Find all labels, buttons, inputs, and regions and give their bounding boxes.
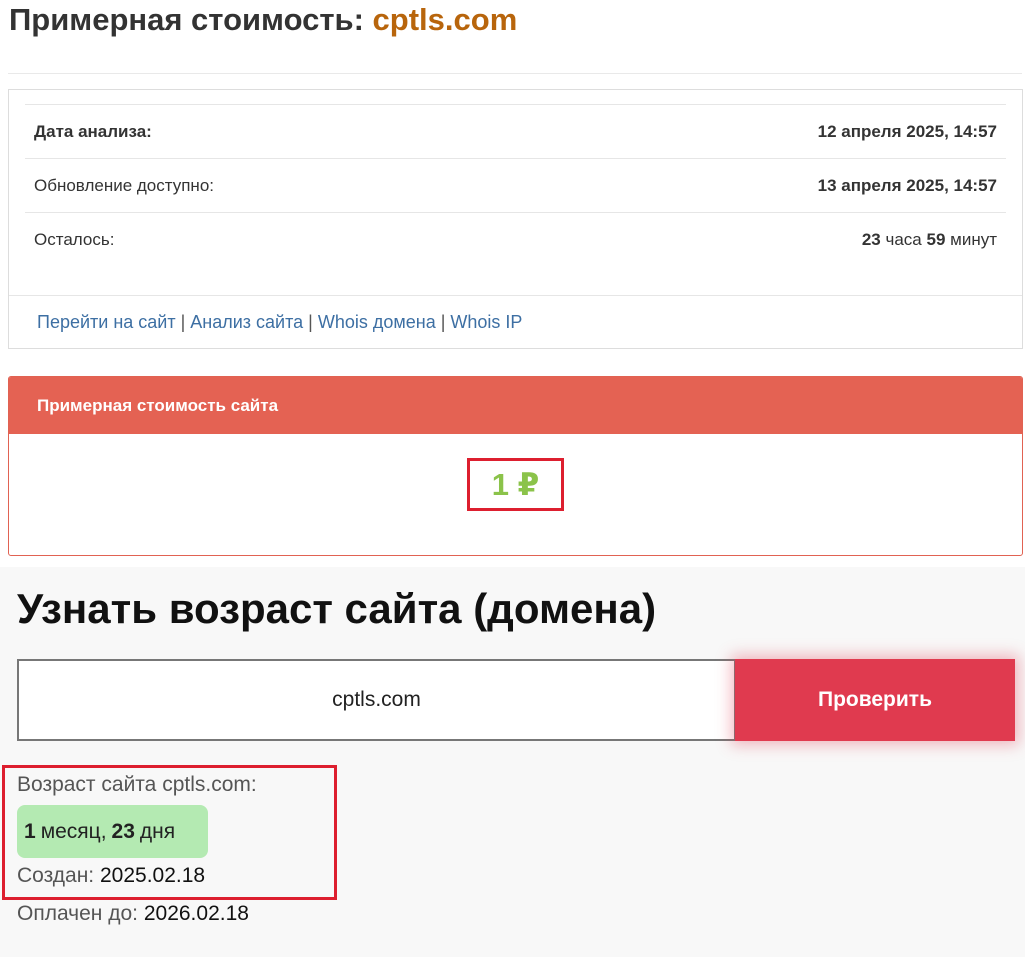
domain-input[interactable]: cptls.com bbox=[17, 659, 736, 741]
paid-label: Оплачен до: bbox=[17, 902, 138, 925]
analysis-info-panel: Дата анализа: 12 апреля 2025, 14:57 Обно… bbox=[8, 89, 1023, 349]
update-available-value: 13 апреля 2025, 14:57 bbox=[817, 175, 997, 195]
age-result-label: Возраст сайта cptls.com: bbox=[17, 773, 257, 796]
analysis-date-label: Дата анализа: bbox=[34, 121, 152, 141]
site-cost-heading: Примерная стоимость сайта bbox=[9, 377, 1022, 434]
site-cost-value: 1 ₽ bbox=[467, 458, 564, 511]
age-days-unit: дня bbox=[139, 819, 176, 843]
age-months: 1 bbox=[24, 819, 36, 843]
site-cost-panel: Примерная стоимость сайта 1 ₽ bbox=[8, 376, 1023, 556]
link-separator: | bbox=[308, 312, 313, 332]
paid-until-date: Оплачен до: 2026.02.18 bbox=[17, 902, 249, 926]
link-separator: | bbox=[180, 312, 186, 332]
time-remaining-label: Осталось: bbox=[34, 230, 115, 249]
created-label: Создан: bbox=[17, 864, 95, 887]
remaining-minutes-unit: минут bbox=[950, 230, 997, 249]
domain-age-title: Узнать возраст сайта (домена) bbox=[17, 585, 657, 632]
time-remaining-value: 23 часа 59 минут bbox=[862, 230, 997, 250]
age-months-unit: месяц, bbox=[40, 819, 107, 843]
remaining-hours: 23 bbox=[861, 230, 881, 249]
divider bbox=[8, 73, 1022, 74]
time-remaining-row: Осталось: 23 часа 59 минут bbox=[25, 213, 1006, 267]
analysis-date-value: 12 апреля 2025, 14:57 bbox=[817, 121, 997, 141]
remaining-minutes: 59 bbox=[926, 230, 946, 249]
site-analysis-link[interactable]: Анализ сайта bbox=[190, 312, 303, 333]
site-links-bar: Перейти на сайт | Анализ сайта | Whois д… bbox=[9, 295, 1022, 349]
whois-ip-link[interactable]: Whois IP bbox=[450, 312, 522, 333]
created-value: 2025.02.18 bbox=[99, 864, 206, 887]
created-date: Создан: 2025.02.18 bbox=[17, 864, 205, 888]
paid-value: 2026.02.18 bbox=[143, 902, 249, 925]
go-to-site-link[interactable]: Перейти на сайт bbox=[37, 312, 176, 333]
whois-domain-link[interactable]: Whois домена bbox=[318, 312, 436, 333]
age-days: 23 bbox=[111, 819, 135, 843]
title-domain: cptls.com bbox=[372, 2, 518, 37]
update-available-label: Обновление доступно: bbox=[34, 175, 215, 195]
title-prefix: Примерная стоимость: bbox=[9, 2, 364, 37]
domain-age-section: Узнать возраст сайта (домена) cptls.com … bbox=[0, 567, 1025, 957]
update-available-row: Обновление доступно: 13 апреля 2025, 14:… bbox=[25, 159, 1006, 213]
analysis-date-row: Дата анализа: 12 апреля 2025, 14:57 bbox=[25, 105, 1006, 159]
age-badge: 1 месяц, 23 дня bbox=[17, 805, 208, 858]
analysis-info-table: Дата анализа: 12 апреля 2025, 14:57 Обно… bbox=[25, 104, 1006, 267]
check-button[interactable]: Проверить bbox=[735, 659, 1015, 741]
page-title: Примерная стоимость: cptls.com bbox=[9, 2, 517, 38]
remaining-hours-unit: часа bbox=[885, 230, 922, 249]
link-separator: | bbox=[440, 312, 446, 332]
